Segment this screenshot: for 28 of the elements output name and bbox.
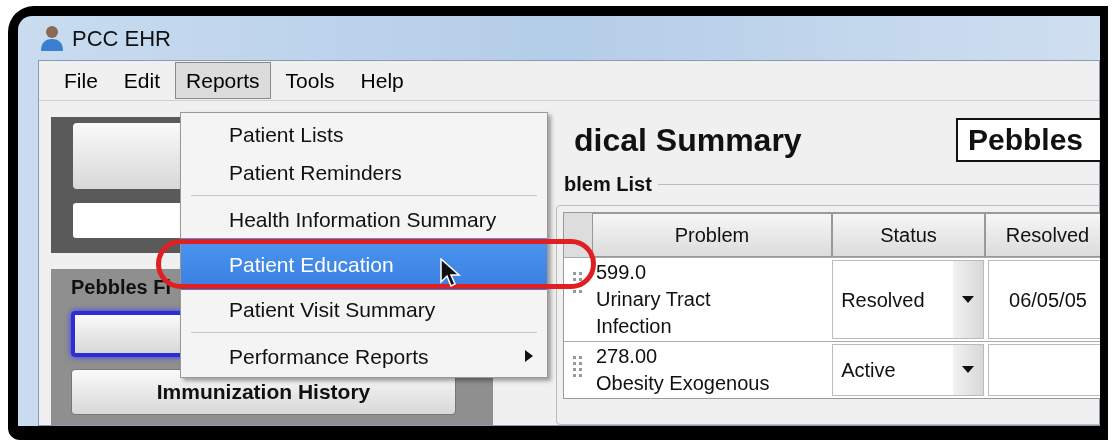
window-title: PCC EHR (72, 24, 171, 53)
menu-item[interactable]: Edit (112, 61, 172, 100)
menu-item[interactable]: Patient Reminders (181, 153, 547, 191)
user-icon (40, 24, 64, 52)
status-dropdown[interactable]: Active (832, 344, 984, 396)
status-dropdown[interactable]: Resolved (832, 260, 984, 339)
group-title: blem List (564, 172, 652, 197)
menu-item[interactable]: Help (349, 61, 415, 100)
column-header[interactable]: Resolved (985, 213, 1100, 257)
menu-item[interactable]: Patient Lists (181, 115, 547, 153)
menu-item[interactable]: Tools (274, 61, 346, 100)
submenu-arrow-icon (525, 350, 533, 362)
drag-handle-icon[interactable] (573, 356, 583, 380)
patient-name-box: Pebbles (956, 118, 1100, 162)
page-heading: dical Summary (573, 121, 802, 160)
drag-handle-icon[interactable] (573, 272, 583, 296)
table-cell-text: 278.00 Obesity Exogenous (595, 344, 771, 396)
caret-icon (961, 295, 974, 304)
menu-item[interactable]: Reports (175, 61, 271, 100)
table-cell: 06/05/05 (987, 260, 1100, 339)
menu-item[interactable]: Health Information Summary (181, 200, 547, 238)
column-header[interactable]: Problem (592, 213, 832, 257)
caret-icon (961, 366, 974, 374)
mouse-pointer-icon (440, 258, 462, 288)
menu-item[interactable]: Patient Visit Summary (181, 290, 547, 328)
column-header[interactable]: Status (832, 213, 985, 257)
menu-item[interactable]: File (53, 61, 109, 100)
table-cell-text: 599.0 Urinary Tract Infection (595, 260, 712, 339)
